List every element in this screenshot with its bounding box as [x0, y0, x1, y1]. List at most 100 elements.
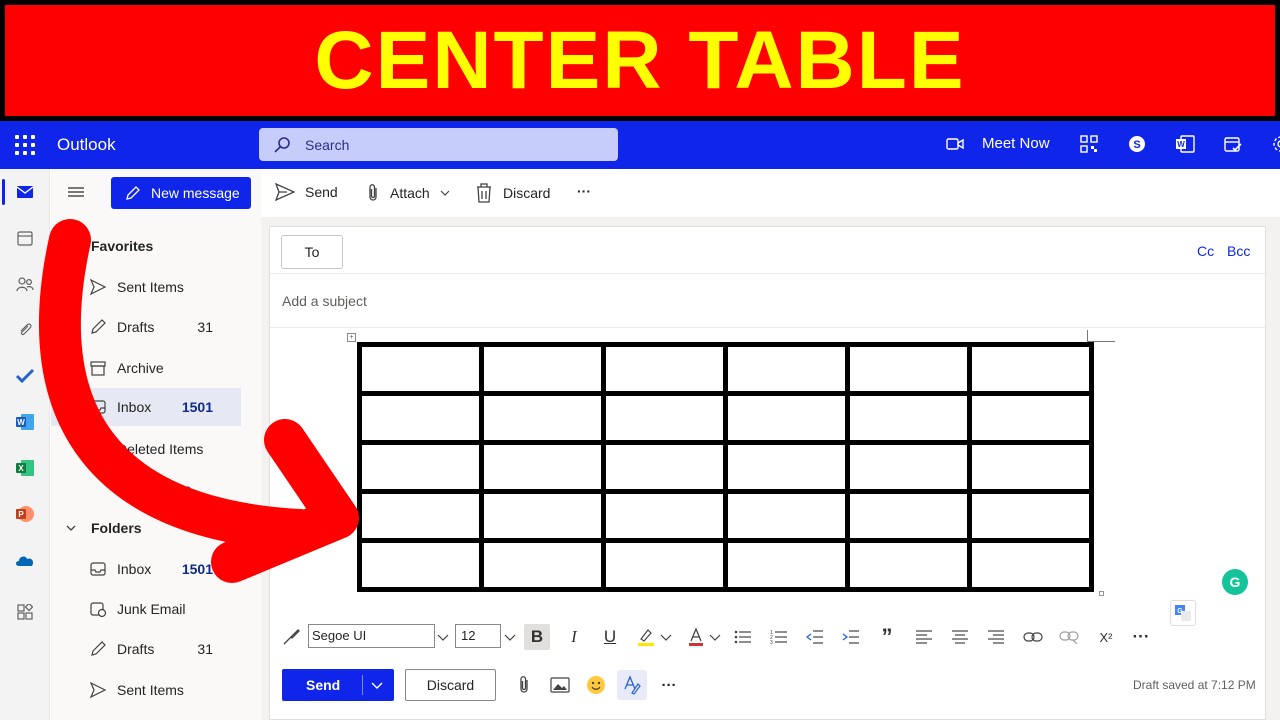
attach-icon[interactable] — [12, 317, 38, 343]
table-cell[interactable] — [601, 391, 728, 445]
bcc-button[interactable]: Bcc — [1227, 243, 1250, 259]
decrease-indent-icon[interactable] — [802, 624, 828, 650]
attach-command[interactable]: Attach — [366, 183, 450, 203]
app-title[interactable]: Outlook — [57, 135, 116, 155]
app-launcher-icon[interactable] — [15, 135, 35, 155]
folders-header[interactable]: Folders — [65, 520, 142, 536]
qr-code-icon[interactable] — [1078, 133, 1100, 155]
todo-check-icon[interactable] — [12, 363, 38, 389]
table-cell[interactable] — [357, 538, 484, 592]
italic-button[interactable]: I — [561, 624, 587, 650]
table-cell[interactable] — [967, 489, 1094, 543]
table-cell[interactable] — [845, 538, 972, 592]
mail-icon[interactable] — [12, 179, 38, 205]
bold-button[interactable]: B — [524, 624, 550, 650]
folder-junk-email[interactable]: Junk Email — [51, 590, 241, 628]
favorite-archive[interactable]: Archive — [51, 349, 241, 387]
numbering-icon[interactable]: 123 — [766, 624, 792, 650]
chevron-down-icon[interactable] — [658, 624, 674, 650]
table-cell[interactable] — [357, 391, 484, 445]
align-center-icon[interactable] — [947, 624, 973, 650]
subject-input[interactable]: Add a subject — [282, 293, 367, 309]
skype-icon[interactable]: S — [1126, 133, 1148, 155]
discard-command[interactable]: Discard — [475, 183, 550, 203]
bullets-icon[interactable] — [730, 624, 756, 650]
more-commands-button[interactable]: ··· — [577, 183, 591, 199]
align-left-icon[interactable] — [911, 624, 937, 650]
message-body-table[interactable] — [357, 342, 1094, 592]
add-favorite-link[interactable]: Add favorite — [51, 470, 241, 508]
table-cell[interactable] — [723, 440, 850, 494]
to-button[interactable]: To — [281, 235, 343, 269]
new-message-button[interactable]: New message — [111, 177, 251, 209]
folder-sent-items[interactable]: Sent Items — [51, 671, 241, 709]
chevron-down-icon[interactable] — [434, 624, 452, 650]
favorite-deleted-items[interactable]: Deleted Items — [51, 430, 241, 468]
send-command[interactable]: Send — [275, 183, 338, 201]
cc-button[interactable]: Cc — [1197, 243, 1214, 259]
table-cell[interactable] — [357, 342, 484, 396]
unlink-icon[interactable] — [1056, 624, 1082, 650]
table-cell[interactable] — [723, 342, 850, 396]
word-icon[interactable]: W — [12, 409, 38, 435]
table-cell[interactable] — [845, 391, 972, 445]
table-cell[interactable] — [967, 391, 1094, 445]
table-cell[interactable] — [479, 342, 606, 396]
font-size-select[interactable]: 12 — [455, 624, 501, 648]
calendar-task-icon[interactable] — [1222, 133, 1244, 155]
table-cell[interactable] — [967, 342, 1094, 396]
table-cell[interactable] — [357, 440, 484, 494]
table-cell[interactable] — [479, 391, 606, 445]
table-cell[interactable] — [601, 342, 728, 396]
office-word-icon[interactable]: W — [1174, 133, 1196, 155]
favorites-header[interactable]: Favorites — [65, 238, 153, 254]
meet-now-button[interactable]: Meet Now — [946, 135, 1050, 152]
table-cell[interactable] — [845, 440, 972, 494]
font-name-select[interactable]: Segoe UI — [308, 624, 435, 648]
quote-button[interactable]: ” — [874, 624, 900, 650]
onedrive-icon[interactable] — [12, 547, 38, 573]
favorite-drafts[interactable]: Drafts 31 — [51, 308, 241, 346]
table-cell[interactable] — [967, 538, 1094, 592]
font-color-icon[interactable] — [683, 624, 709, 650]
calendar-icon[interactable] — [12, 225, 38, 251]
table-cell[interactable] — [479, 440, 606, 494]
table-cell[interactable] — [479, 538, 606, 592]
insert-picture-icon[interactable] — [549, 674, 571, 696]
table-cell[interactable] — [479, 489, 606, 543]
table-move-handle[interactable]: + — [347, 333, 356, 342]
editor-icon[interactable] — [617, 670, 647, 700]
table-cell[interactable] — [845, 489, 972, 543]
table-cell[interactable] — [723, 489, 850, 543]
superscript-button[interactable]: X² — [1093, 624, 1119, 650]
table-resize-handle[interactable] — [1099, 591, 1104, 596]
table-cell[interactable] — [845, 342, 972, 396]
discard-button[interactable]: Discard — [405, 669, 496, 701]
favorite-inbox[interactable]: Inbox 1501 — [51, 388, 241, 426]
grammarly-icon[interactable]: G — [1222, 569, 1248, 595]
table-cell[interactable] — [601, 538, 728, 592]
attach-icon[interactable] — [513, 674, 535, 696]
more-options-button[interactable]: ··· — [658, 674, 680, 696]
chevron-down-icon[interactable] — [707, 624, 723, 650]
chevron-down-icon[interactable] — [501, 624, 519, 650]
people-icon[interactable] — [12, 271, 38, 297]
excel-icon[interactable]: X — [12, 455, 38, 481]
more-format-options[interactable]: ··· — [1128, 624, 1154, 650]
link-icon[interactable] — [1020, 624, 1046, 650]
folder-inbox[interactable]: Inbox 1501 — [51, 550, 241, 588]
table-cell[interactable] — [723, 538, 850, 592]
table-cell[interactable] — [723, 391, 850, 445]
format-painter-icon[interactable] — [278, 624, 304, 650]
send-button[interactable]: Send — [282, 669, 394, 701]
favorite-sent-items[interactable]: Sent Items — [51, 268, 241, 306]
table-cell[interactable] — [601, 489, 728, 543]
settings-icon[interactable] — [1270, 133, 1280, 155]
emoji-icon[interactable] — [585, 674, 607, 696]
hamburger-menu-icon[interactable] — [67, 185, 85, 199]
highlight-icon[interactable] — [633, 624, 659, 650]
apps-icon[interactable] — [12, 599, 38, 625]
search-box[interactable]: Search — [259, 128, 618, 161]
chevron-down-icon[interactable] — [369, 677, 385, 693]
align-right-icon[interactable] — [983, 624, 1009, 650]
